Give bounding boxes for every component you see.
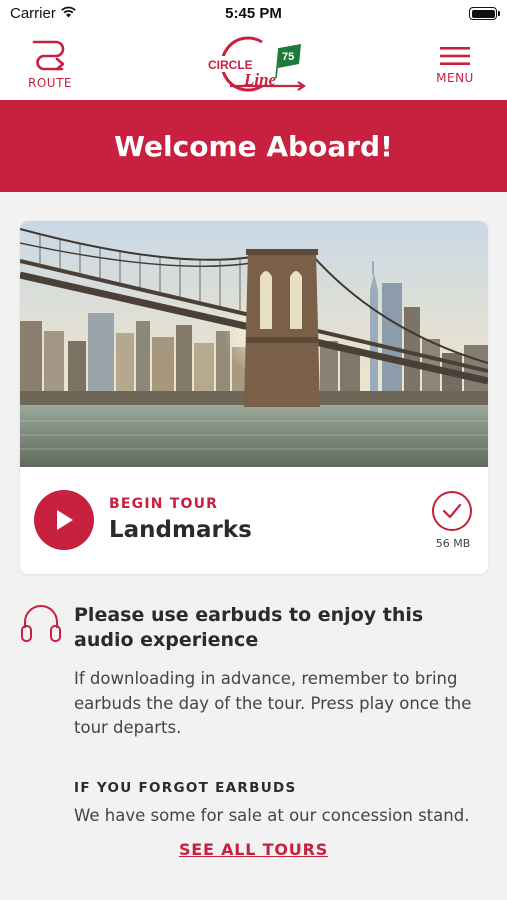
route-button[interactable]: ROUTE: [20, 36, 80, 96]
checkmark-icon: [442, 503, 462, 519]
download-size: 56 MB: [435, 537, 471, 550]
tour-name: Landmarks: [109, 517, 252, 543]
page-title: Welcome Aboard!: [114, 129, 393, 163]
earbuds-body-text: If downloading in advance, remember to b…: [74, 669, 472, 737]
menu-button[interactable]: MENU: [425, 36, 485, 96]
begin-tour-label: BEGIN TOUR: [109, 496, 219, 512]
play-button[interactable]: [34, 490, 94, 550]
status-bar: Carrier 5:45 PM: [0, 0, 507, 28]
route-icon: [32, 40, 65, 71]
forgot-earbuds-heading: IF YOU FORGOT EARBUDS: [74, 780, 297, 796]
tour-card[interactable]: BEGIN TOUR Landmarks 56 MB: [20, 221, 488, 574]
earbuds-heading: Please use earbuds to enjoy this audio e…: [74, 604, 424, 651]
menu-label: MENU: [436, 71, 474, 85]
battery-icon: [469, 7, 500, 20]
hamburger-menu-icon: [440, 47, 470, 65]
logo-badge-text: 75: [282, 51, 294, 63]
tour-image: [20, 221, 488, 467]
clock: 5:45 PM: [225, 5, 282, 22]
see-all-tours-link[interactable]: SEE ALL TOURS: [0, 840, 507, 859]
forgot-earbuds-text: We have some for sale at our concession …: [74, 806, 470, 825]
headphones-icon: [20, 602, 62, 648]
play-icon: [57, 510, 73, 530]
downloaded-status-button[interactable]: [432, 491, 472, 531]
nav-bar: ROUTE CIRCLE Line 75 MENU: [0, 28, 507, 100]
route-label: ROUTE: [28, 76, 72, 90]
welcome-banner: Welcome Aboard!: [0, 100, 507, 192]
circle-line-logo: CIRCLE Line 75: [200, 34, 308, 94]
